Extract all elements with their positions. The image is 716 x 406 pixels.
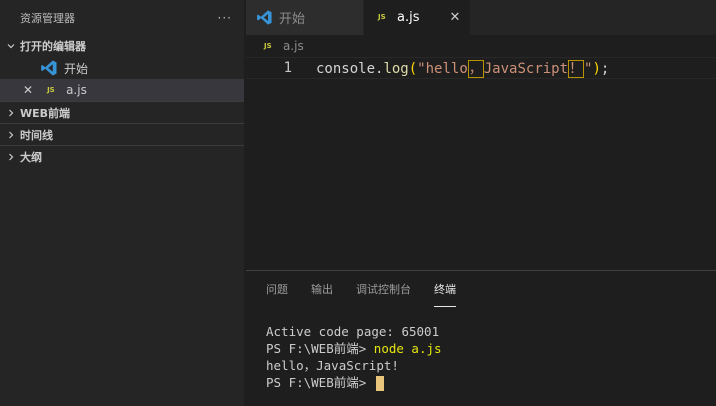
panel-tabs: 问题 输出 调试控制台 终端 [246, 271, 716, 307]
code-content[interactable]: console.log("hello，JavaScript！"); [316, 58, 609, 78]
terminal-cursor [375, 376, 384, 391]
terminal-line[interactable]: PS F:\WEB前端> [266, 374, 696, 391]
bottom-panel: 问题 输出 调试控制台 终端 Active code page: 65001 P… [246, 270, 716, 406]
section-label: WEB前端 [20, 106, 71, 120]
code-token: console. [316, 61, 384, 77]
open-editors-section[interactable]: 打开的编辑器 [0, 35, 244, 57]
terminal-prompt: PS F:\WEB前端> [266, 341, 374, 356]
tab-label: a.js [397, 10, 420, 25]
chevron-down-icon [4, 41, 18, 51]
js-file-icon: JS [378, 13, 386, 21]
section-outline[interactable]: 大纲 [0, 145, 244, 167]
sidebar-title: 资源管理器 [20, 11, 75, 25]
editor-area: 开始 JS a.js ✕ JS a.js 1 console.log("hell… [246, 0, 716, 270]
open-editor-item-start[interactable]: 开始 [0, 57, 244, 79]
panel-tab-debug-console[interactable]: 调试控制台 [356, 271, 411, 307]
more-actions-icon[interactable]: ··· [218, 11, 232, 25]
panel-tab-problems[interactable]: 问题 [266, 271, 288, 307]
chevron-right-icon [4, 152, 18, 162]
tab-ajs[interactable]: JS a.js ✕ [364, 0, 472, 35]
section-label: 大纲 [20, 150, 42, 164]
terminal-line: PS F:\WEB前端> node a.js [266, 340, 696, 357]
open-editors-label: 打开的编辑器 [20, 40, 86, 53]
terminal-prompt: PS F:\WEB前端> [266, 375, 374, 390]
panel-tab-terminal[interactable]: 终端 [434, 271, 456, 307]
close-icon[interactable]: ✕ [23, 83, 33, 97]
code-token: ) [592, 61, 601, 77]
editor-tabs: 开始 JS a.js ✕ [246, 0, 716, 35]
terminal-line: hello，JavaScript! [266, 358, 399, 373]
sidebar-header: 资源管理器 ··· [0, 0, 244, 35]
section-web[interactable]: WEB前端 [0, 101, 244, 123]
js-file-icon: JS [47, 85, 55, 94]
breadcrumb-file[interactable]: a.js [283, 39, 304, 53]
tab-label: 开始 [279, 12, 306, 27]
section-timeline[interactable]: 时间线 [0, 123, 244, 145]
open-editor-label: a.js [66, 83, 87, 97]
code-token: ( [408, 61, 418, 77]
terminal[interactable]: Active code page: 65001 PS F:\WEB前端> nod… [246, 307, 716, 391]
js-file-icon: JS [264, 41, 272, 50]
line-number: 1 [283, 60, 292, 76]
explorer-sidebar: 资源管理器 ··· 打开的编辑器 开始 ✕ JS a.js WEB前端 时间线 [0, 0, 245, 406]
close-tab-icon[interactable]: ✕ [449, 10, 460, 25]
highlighted-char: ， [467, 60, 484, 78]
highlighted-char: ！ [568, 60, 585, 78]
code-line[interactable]: 1 console.log("hello，JavaScript！"); [246, 57, 716, 79]
terminal-command: node a.js [373, 341, 442, 356]
code-token: JavaScript [483, 61, 569, 77]
vscode-icon [256, 9, 273, 26]
open-editor-item-ajs[interactable]: ✕ JS a.js [0, 79, 244, 101]
vscode-icon [40, 59, 58, 77]
chevron-right-icon [4, 108, 18, 118]
chevron-right-icon [4, 130, 18, 140]
open-editor-label: 开始 [64, 61, 89, 76]
code-token: "hello [417, 61, 468, 77]
terminal-line: Active code page: 65001 [266, 324, 440, 339]
code-token: log [383, 61, 409, 77]
section-label: 时间线 [20, 128, 53, 142]
breadcrumb[interactable]: JS a.js [246, 35, 716, 57]
panel-tab-output[interactable]: 输出 [311, 271, 333, 307]
code-token: ; [600, 61, 610, 77]
tab-start[interactable]: 开始 [246, 0, 364, 35]
